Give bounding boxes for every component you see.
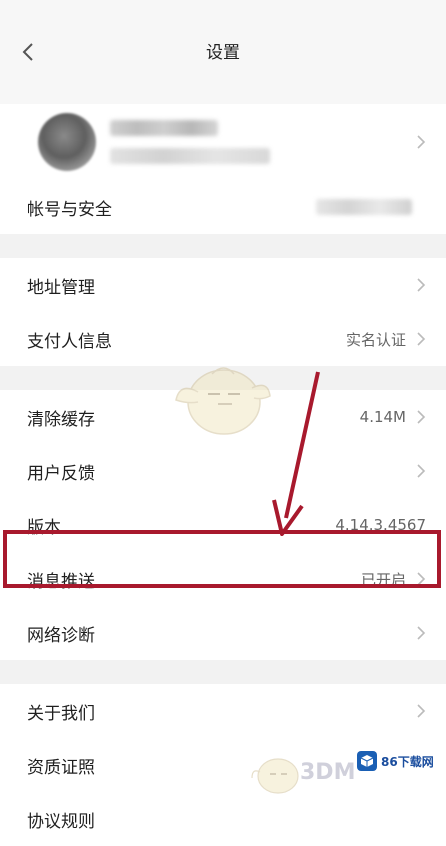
profile-row[interactable] — [0, 104, 446, 180]
avatar — [38, 113, 96, 171]
page-title: 设置 — [206, 43, 240, 63]
chevron-right-icon — [417, 278, 426, 292]
brand-watermark: 86下载网 — [356, 747, 442, 775]
row-label: 地址管理 — [27, 277, 95, 298]
row-value: 实名认证 — [345, 330, 406, 349]
account-security-row[interactable]: 帐号与安全 — [0, 180, 446, 234]
chevron-right-icon — [417, 704, 426, 718]
row-label: 用户反馈 — [27, 463, 95, 484]
row-value: 4.14M — [359, 408, 406, 426]
user-id-blurred — [110, 148, 270, 164]
profile-info — [110, 120, 416, 164]
brand-text: 86下载网 — [381, 754, 434, 769]
feedback-row[interactable]: 用户反馈 — [0, 444, 446, 498]
row-label: 协议规则 — [27, 811, 95, 832]
mascot-watermark-small — [251, 758, 299, 794]
row-label: 关于我们 — [27, 703, 95, 724]
username-blurred — [110, 120, 218, 136]
agreement-rules-row[interactable]: 协议规则 — [0, 792, 446, 846]
chevron-right-icon — [417, 135, 426, 149]
address-group: 地址管理 支付人信息 实名认证 — [0, 258, 446, 366]
chevron-right-icon — [417, 626, 426, 640]
network-diagnosis-row[interactable]: 网络诊断 — [0, 606, 446, 660]
chevron-right-icon — [417, 410, 426, 424]
watermark-3dm: 3DM — [300, 760, 356, 785]
chevron-right-icon — [417, 332, 426, 346]
about-us-row[interactable]: 关于我们 — [0, 684, 446, 738]
address-management-row[interactable]: 地址管理 — [0, 258, 446, 312]
row-label: 网络诊断 — [27, 625, 95, 646]
highlight-box — [3, 530, 441, 588]
cube-icon — [357, 751, 377, 771]
row-label: 支付人信息 — [27, 331, 112, 352]
nav-bar: 设置 — [0, 0, 446, 104]
account-security-label: 帐号与安全 — [27, 199, 112, 220]
chevron-right-icon — [417, 464, 426, 478]
account-value-blurred — [316, 199, 412, 215]
mascot-watermark — [175, 367, 271, 435]
profile-group: 帐号与安全 — [0, 104, 446, 234]
